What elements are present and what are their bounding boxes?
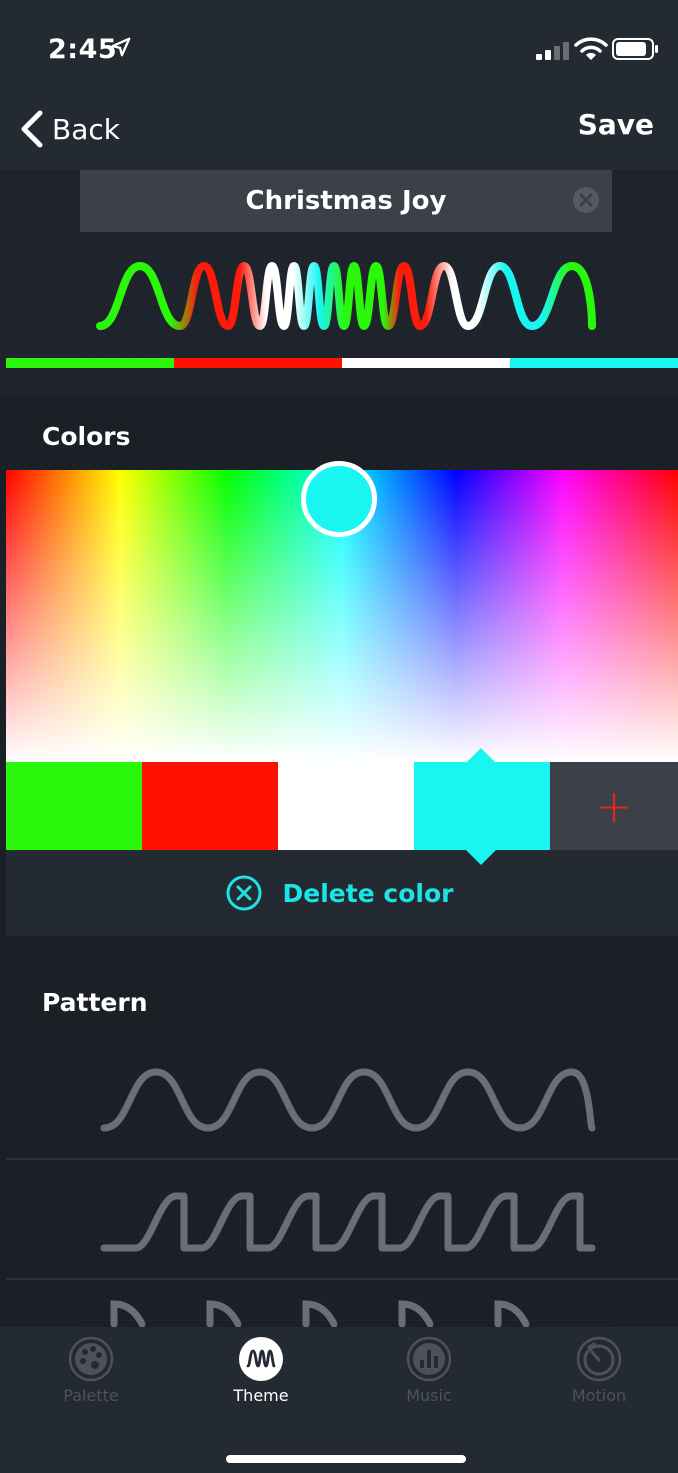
wave-icon: [239, 1337, 283, 1381]
wifi-icon: [574, 37, 608, 60]
theme-wave-preview: [80, 244, 612, 354]
add-color-symbol: +: [594, 779, 634, 833]
battery-icon: [612, 38, 658, 60]
save-button[interactable]: Save: [578, 108, 654, 141]
home-indicator[interactable]: [226, 1455, 466, 1463]
back-label: Back: [52, 112, 120, 146]
color-picker-handle[interactable]: [301, 461, 377, 537]
color-swatch[interactable]: [142, 762, 278, 850]
color-swatch[interactable]: [278, 762, 414, 850]
signal-icon: [536, 42, 569, 60]
timer-icon: [576, 1336, 622, 1382]
clear-text-icon[interactable]: [572, 186, 600, 214]
add-color-button[interactable]: +: [550, 762, 678, 850]
theme-color-strip: [6, 358, 678, 368]
tab-theme-label: Theme: [233, 1386, 289, 1405]
theme-name-input[interactable]: [80, 170, 612, 232]
tab-palette-label: Palette: [63, 1386, 119, 1405]
delete-color-label: Delete color: [282, 878, 454, 908]
equalizer-icon: [406, 1336, 452, 1382]
chevron-left-icon: [21, 110, 43, 148]
color-swatch-row: +: [6, 762, 678, 850]
location-arrow-icon: [111, 37, 131, 57]
colors-section-title: Colors: [42, 422, 131, 451]
pattern-option-sawtooth[interactable]: [6, 1160, 678, 1280]
sawtooth-wave-icon: [80, 1168, 612, 1272]
tab-palette[interactable]: Palette: [21, 1336, 161, 1416]
tab-motion-label: Motion: [571, 1386, 627, 1405]
color-swatch[interactable]: [6, 762, 142, 850]
delete-color-button[interactable]: Delete color: [0, 850, 678, 936]
sine-wave-icon: [80, 1048, 612, 1152]
palette-icon: [68, 1336, 114, 1382]
selected-swatch-arrow-top: [466, 748, 496, 763]
pattern-section-title: Pattern: [42, 988, 148, 1017]
back-button[interactable]: Back: [18, 104, 120, 154]
tab-theme[interactable]: Theme: [191, 1336, 331, 1416]
status-time: 2:45: [48, 34, 118, 65]
tab-motion[interactable]: Motion: [529, 1336, 669, 1416]
pattern-option-sine[interactable]: [6, 1040, 678, 1160]
tab-music[interactable]: Music: [359, 1336, 499, 1416]
color-swatch-selected[interactable]: [414, 762, 550, 850]
close-circle-icon: [226, 875, 262, 911]
tab-music-label: Music: [406, 1386, 452, 1405]
